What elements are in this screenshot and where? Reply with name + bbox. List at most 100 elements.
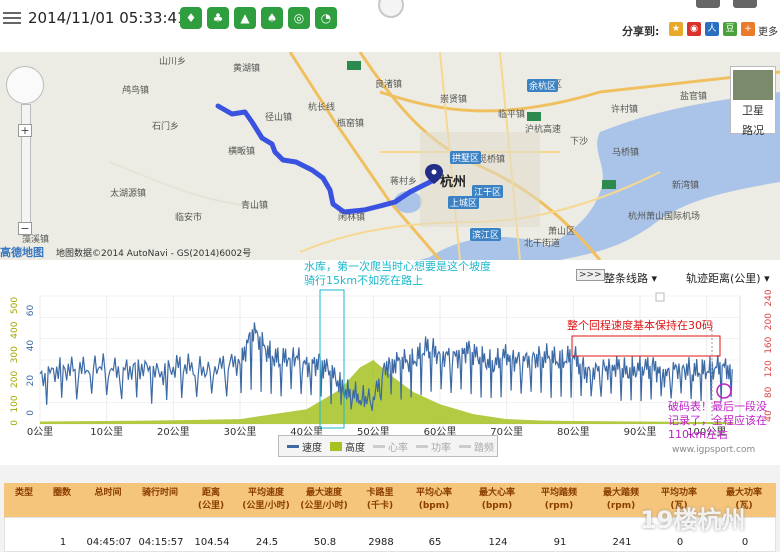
map-place-label: 沪杭高速 [525,125,562,135]
pan-control[interactable] [6,66,44,104]
route-select-label: 整条线路 [604,272,648,285]
altitude-axis-tick: 0 [10,420,20,426]
renren-share-icon[interactable]: 人 [705,22,719,36]
walk-icon[interactable]: ♣ [207,7,229,29]
map-place-label: 石门乡 [152,122,180,132]
map-place-label: 蒋村乡 [390,177,418,187]
map-place-label: 新湾镇 [672,181,700,191]
map-place-label: 闲林镇 [338,213,366,223]
table-cell: 2988 [368,537,394,548]
map-district-badge: 拱墅区 [450,151,482,164]
table-cell: 24.5 [255,537,279,548]
share-icons: ★ ◉ 人 豆 + [669,22,755,36]
hike-icon[interactable]: ♠ [261,7,283,29]
column-header: 总时间 [94,488,122,498]
speed-axis-tick: 60 [26,304,36,316]
right-axis-tick: 80 [764,386,774,398]
map-place-label: 青山镇 [241,201,269,211]
map-type-panel: 卫星 路况 [730,66,776,137]
table-cell: 65 [428,537,442,548]
legend-altitude[interactable]: 高度 [330,439,365,454]
map-place-label: 太湖源镇 [110,189,147,199]
site-watermark: www.igpsport.com [672,445,756,455]
map-place-label: 许村镇 [611,105,639,115]
map-place-label: 临安市 [175,213,203,223]
altitude-axis-tick: 200 [10,371,20,388]
top-bar: 2014/11/01 05:33:41 ♦ ♣ ▲ ♠ ◎ ◔ 分享到: ★ ◉… [0,0,780,42]
right-axis-tick: 200 [764,313,774,330]
legend-speed[interactable]: 速度 [287,439,322,454]
column-header: 最大心率 (bpm) [478,488,515,511]
zoom-out-button[interactable]: − [18,222,32,235]
user-icon[interactable] [733,0,757,8]
legend-heart-rate[interactable]: 心率 [373,439,408,454]
map-place-label: 盐官镇 [680,92,708,102]
right-axis-tick: 160 [764,336,774,353]
legend-cadence[interactable]: 踏频 [459,439,494,454]
zoom-in-button[interactable]: + [18,124,32,137]
map-provider-logo: 高德地图 [0,246,44,259]
bike-icon[interactable]: ◎ [288,7,310,29]
map-district-badge: 滨江区 [470,228,502,241]
x-tick-label: 10公里 [90,426,123,438]
column-header: 卡路里 (千卡) [366,488,394,511]
map-place-label: 临平镇 [498,110,526,120]
map-zoom-control [6,66,46,104]
altitude-axis-tick: 400 [10,321,20,338]
map-place-label: 瓶窑镇 [337,119,365,129]
route-map[interactable]: 山川乡黄湖镇鸬鸟镇石门乡横畈镇 径山镇 杭长线瓶窑镇 良渚镇崇贤镇临平镇 余杭区沪杭高速… [0,52,780,260]
x-tick-label: 30公里 [224,426,257,438]
speed-axis-tick: 40 [26,340,36,352]
column-header: 平均速度 (公里/小时) [242,488,290,511]
road [109,161,261,208]
map-place-label: 山川乡 [159,57,187,67]
map-place-label: 下沙 [570,137,589,147]
weibo-share-icon[interactable]: ◉ [687,22,701,36]
share-more-link[interactable]: 更多 [758,23,778,38]
menu-icon[interactable] [3,9,21,27]
annotation-reservoir: 水库，第一次爬当时心想要是这个坡度骑行15km不如死在路上 [304,260,491,287]
hub-icon[interactable] [378,0,404,18]
axis-mode-label: 轨迹距离(公里) [686,272,761,285]
map-place-label: 良渚镇 [375,80,403,90]
table-cell: 0 [676,537,684,548]
right-axis-tick: 120 [764,360,774,377]
road [288,52,442,260]
satellite-thumbnail[interactable] [733,70,773,100]
table-cell: 50.8 [313,537,337,548]
axis-mode-select[interactable]: 轨迹距离(公里) ▾ [686,270,770,286]
route-select[interactable]: 整条线路 ▾ [604,270,657,286]
corner-watermark: 19楼杭州 [640,506,746,534]
zoom-handle [655,292,665,302]
map-place-label: 径山镇 [265,113,293,123]
table-cell: 241 [612,537,632,548]
run-icon[interactable]: ♦ [180,7,202,29]
sport-type-icons: ♦ ♣ ▲ ♠ ◎ ◔ [180,7,337,29]
table-cell: 124 [488,537,508,548]
map-district-badge: 余杭区 [527,79,559,92]
chevron-down-icon: ▾ [651,272,658,285]
speed-icon[interactable]: ◔ [315,7,337,29]
table-cell: 91 [553,537,567,548]
altitude-axis-tick: 500 [10,297,20,314]
ski-icon[interactable]: ▲ [234,7,256,29]
more-share-icon[interactable]: + [741,22,755,36]
traffic-button[interactable]: 路况 [731,122,775,138]
annotation-return-speed: 整个回程速度基本保持在30码 [567,319,713,332]
qzone-share-icon[interactable]: ★ [669,22,683,36]
column-header: 距离 (公里) [197,488,225,511]
mail-icon[interactable] [696,0,720,8]
speed-axis-tick: 20 [26,375,36,387]
altitude-axis-tick: 300 [10,346,20,363]
x-tick-label: 20公里 [157,426,190,438]
chevron-down-icon: ▾ [764,272,770,285]
route-track [215,103,437,215]
map-place-label: 崇贤镇 [440,95,468,105]
legend-power[interactable]: 功率 [416,439,451,454]
map-place-label: 北干街道 [524,239,561,249]
satellite-button[interactable]: 卫星 [731,102,775,118]
douban-share-icon[interactable]: 豆 [723,22,737,36]
map-district-badge: 上城区 [448,196,480,209]
route-expand-button[interactable]: >>> [576,269,605,281]
activity-datetime: 2014/11/01 05:33:41 [28,9,187,27]
